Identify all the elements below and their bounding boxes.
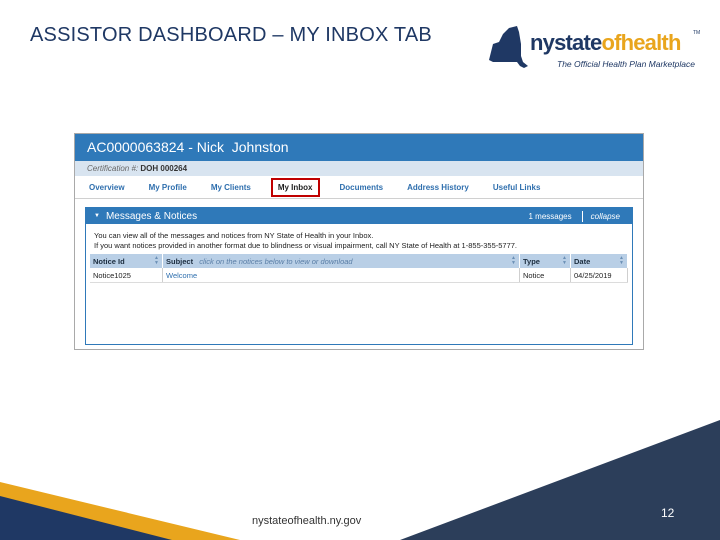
footer-url: nystateofhealth.ny.gov — [252, 515, 362, 527]
page-number: 12 — [661, 506, 675, 520]
footer-decoration — [0, 420, 720, 540]
